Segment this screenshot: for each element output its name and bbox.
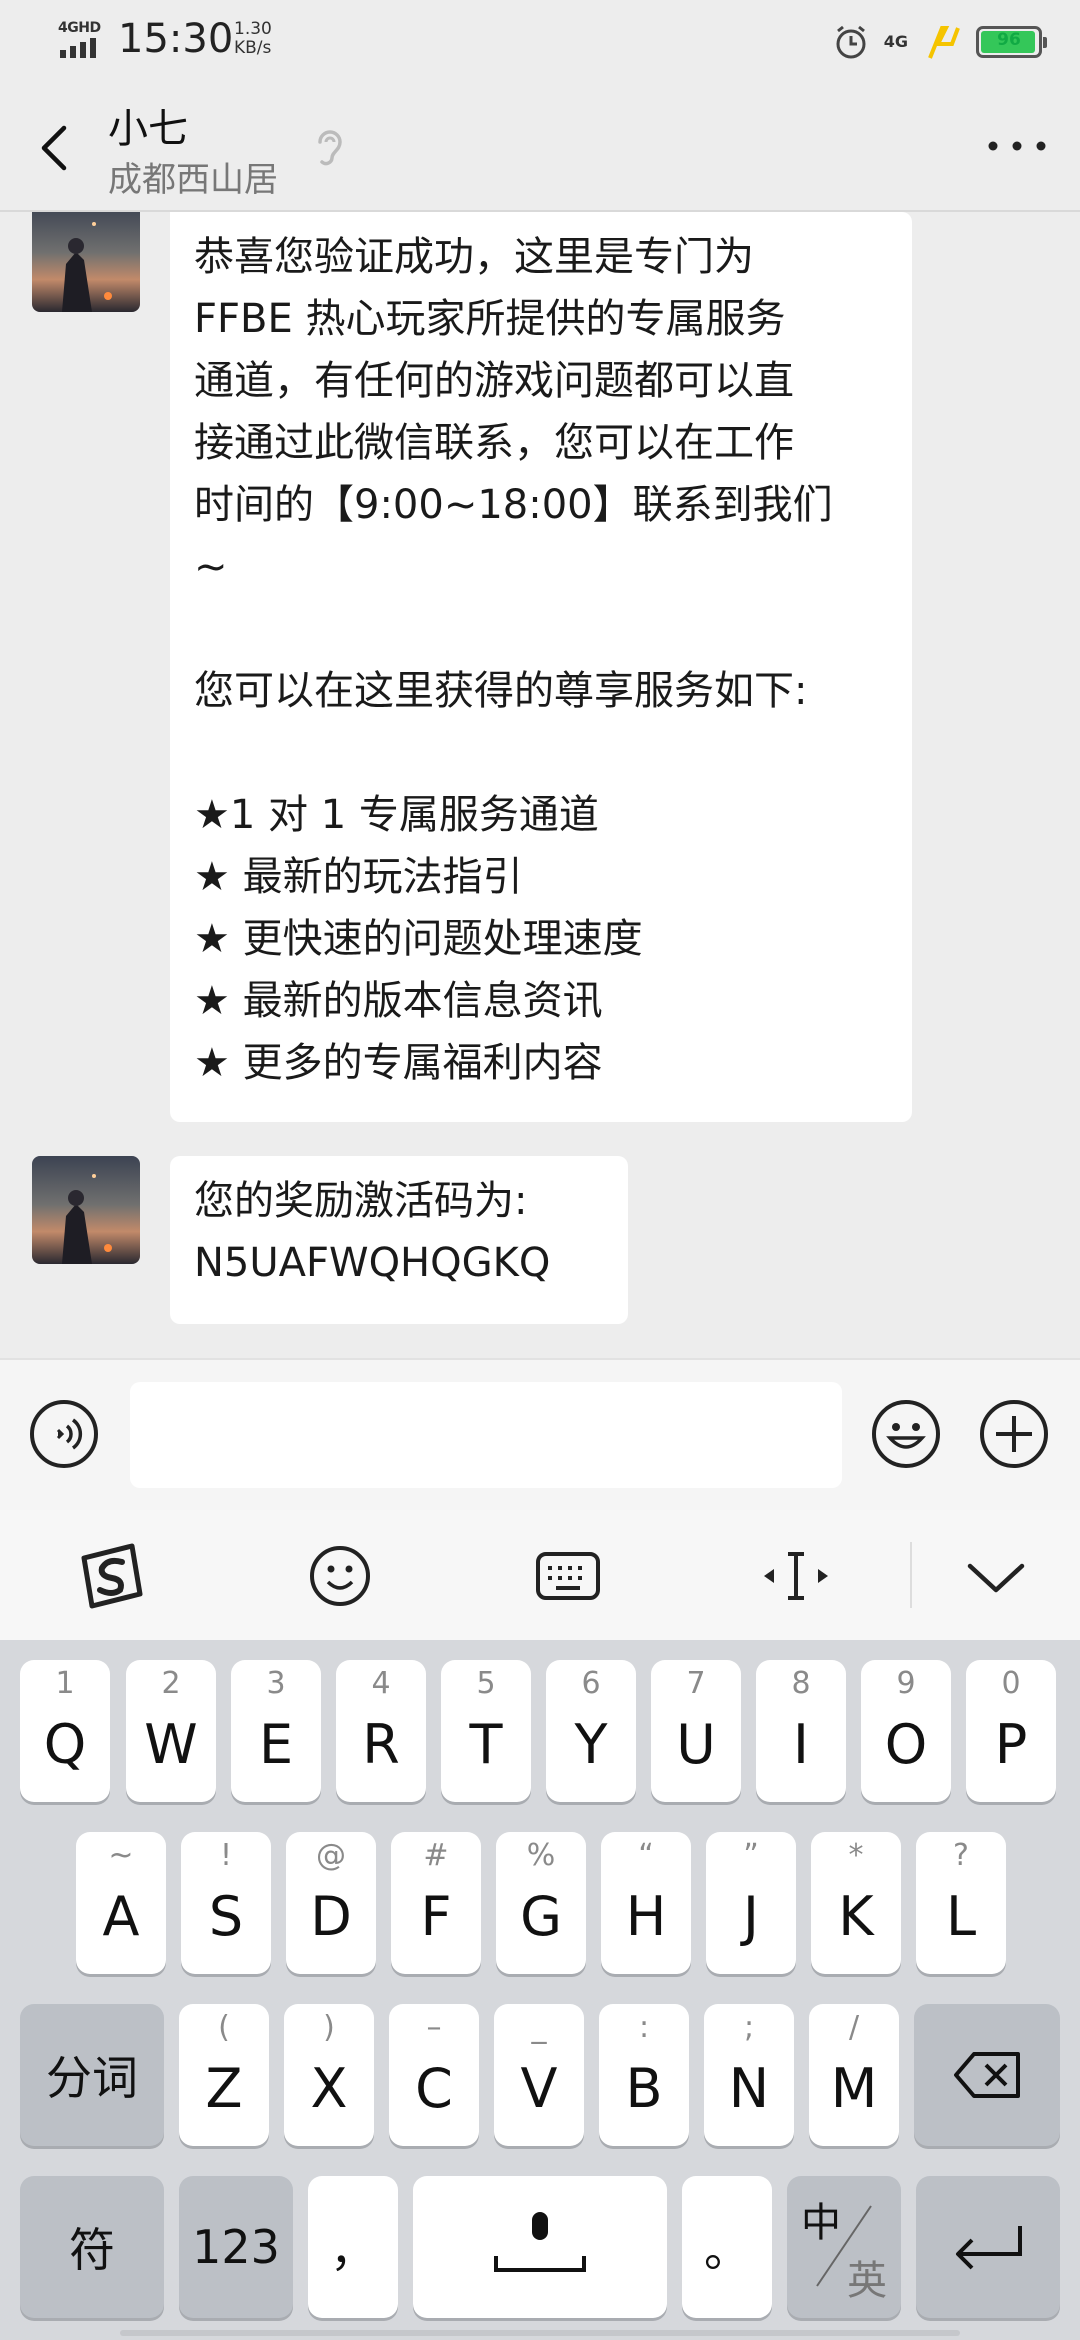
key-z[interactable]: (Z — [179, 2004, 269, 2146]
avatar-figure-icon — [62, 1174, 112, 1264]
sogou-logo-icon[interactable] — [74, 1538, 150, 1614]
key-q[interactable]: 1Q — [20, 1660, 110, 1802]
key-l[interactable]: ? L — [916, 1832, 1006, 1974]
home-indicator — [120, 2330, 960, 2336]
chat-input-bar — [0, 1358, 1080, 1512]
more-options-icon[interactable] — [984, 126, 1050, 166]
earpiece-mode-icon — [318, 130, 342, 166]
key-e[interactable]: 3E — [231, 1660, 321, 1802]
collapse-keyboard-icon[interactable] — [958, 1538, 1034, 1614]
alarm-icon — [836, 25, 866, 59]
status-bar: 4GHD 15:30 1.30 KB/s 4G 96 — [0, 0, 1080, 82]
keyboard: 1Q 2W 3E 4R 5T 6Y 7U 8I 9O 0P ~ A ! S @ D #… — [0, 1640, 1080, 2340]
backspace-icon — [954, 2052, 1020, 2098]
key-k[interactable]: * K — [811, 1832, 901, 1974]
key-backspace[interactable] — [914, 2004, 1060, 2146]
key-r[interactable]: 4R — [336, 1660, 426, 1802]
key-f[interactable]: # F — [391, 1832, 481, 1974]
keyboard-layout-icon[interactable] — [530, 1538, 606, 1614]
key-enter[interactable] — [916, 2176, 1060, 2318]
signal-icon — [60, 38, 96, 58]
key-t[interactable]: 5T — [441, 1660, 531, 1802]
battery-level: 96 — [997, 30, 1021, 50]
avatar[interactable] — [32, 212, 140, 312]
key-comma[interactable]: ， — [308, 2176, 398, 2318]
key-s[interactable]: ! S — [181, 1832, 271, 1974]
key-a[interactable]: ~ A — [76, 1832, 166, 1974]
key-h[interactable]: “H — [601, 1832, 691, 1974]
key-language-switch[interactable]: 中 英 — [787, 2176, 901, 2318]
microphone-icon — [494, 2212, 586, 2272]
clock: 15:30 — [118, 16, 234, 62]
network-speed-unit: KB/s — [234, 38, 272, 58]
network-type-label: 4GHD — [58, 20, 101, 36]
message-input[interactable] — [130, 1382, 842, 1488]
back-arrow-icon[interactable] — [30, 118, 80, 178]
key-v[interactable]: _ V — [494, 2004, 584, 2146]
key-i[interactable]: 8I — [756, 1660, 846, 1802]
key-m[interactable]: / M — [809, 2004, 899, 2146]
message-bubble[interactable]: 您的奖励激活码为: N5UAFWQHQGKQ — [170, 1156, 628, 1324]
chat-header: 小七 成都西山居 — [0, 90, 1080, 210]
key-c[interactable]: – C — [389, 2004, 479, 2146]
toolbar-divider — [910, 1542, 912, 1608]
charging-icon — [928, 26, 960, 59]
key-u[interactable]: 7U — [651, 1660, 741, 1802]
network-speed: 1.30 KB/s — [234, 20, 272, 58]
contact-name[interactable]: 小七 — [108, 96, 188, 154]
key-o[interactable]: 9O — [861, 1660, 951, 1802]
key-d[interactable]: @ D — [286, 1832, 376, 1974]
key-symbols[interactable]: 符 — [20, 2176, 164, 2318]
message-bubble[interactable]: 恭喜您验证成功，这里是专门为 FFBE 热心玩家所提供的专属服务 通道，有任何的… — [170, 212, 912, 1122]
key-b[interactable]: :B — [599, 2004, 689, 2146]
key-fenci[interactable]: 分词 — [20, 2004, 164, 2146]
key-period[interactable]: 。 — [682, 2176, 772, 2318]
battery-icon: 96 — [976, 26, 1047, 58]
enter-icon — [956, 2226, 1022, 2270]
key-123[interactable]: 123 — [179, 2176, 293, 2318]
network-speed-value: 1.30 — [234, 19, 272, 39]
mobile-data-label: 4G — [883, 32, 908, 51]
key-w[interactable]: 2W — [126, 1660, 216, 1802]
key-y[interactable]: 6Y — [546, 1660, 636, 1802]
lang-en-label: 英 — [847, 2258, 887, 2304]
emoji-panel-icon[interactable] — [302, 1538, 378, 1614]
key-g[interactable]: % G — [496, 1832, 586, 1974]
key-j[interactable]: ” J — [706, 1832, 796, 1974]
key-n[interactable]: ; N — [704, 2004, 794, 2146]
cursor-move-icon[interactable] — [758, 1538, 834, 1614]
key-p[interactable]: 0P — [966, 1660, 1056, 1802]
message-list[interactable]: 恭喜您验证成功，这里是专门为 FFBE 热心玩家所提供的专属服务 通道，有任何的… — [0, 212, 1080, 1358]
avatar-figure-icon — [62, 222, 112, 312]
avatar[interactable] — [32, 1156, 140, 1264]
signal-indicator: 4GHD — [58, 20, 108, 60]
contact-company: 成都西山居 — [108, 160, 278, 200]
emoji-icon[interactable] — [870, 1398, 942, 1470]
plus-icon[interactable] — [978, 1398, 1050, 1470]
key-x[interactable]: ) X — [284, 2004, 374, 2146]
voice-input-icon[interactable] — [28, 1398, 100, 1470]
keyboard-toolbar — [0, 1510, 1080, 1640]
key-space[interactable] — [413, 2176, 667, 2318]
